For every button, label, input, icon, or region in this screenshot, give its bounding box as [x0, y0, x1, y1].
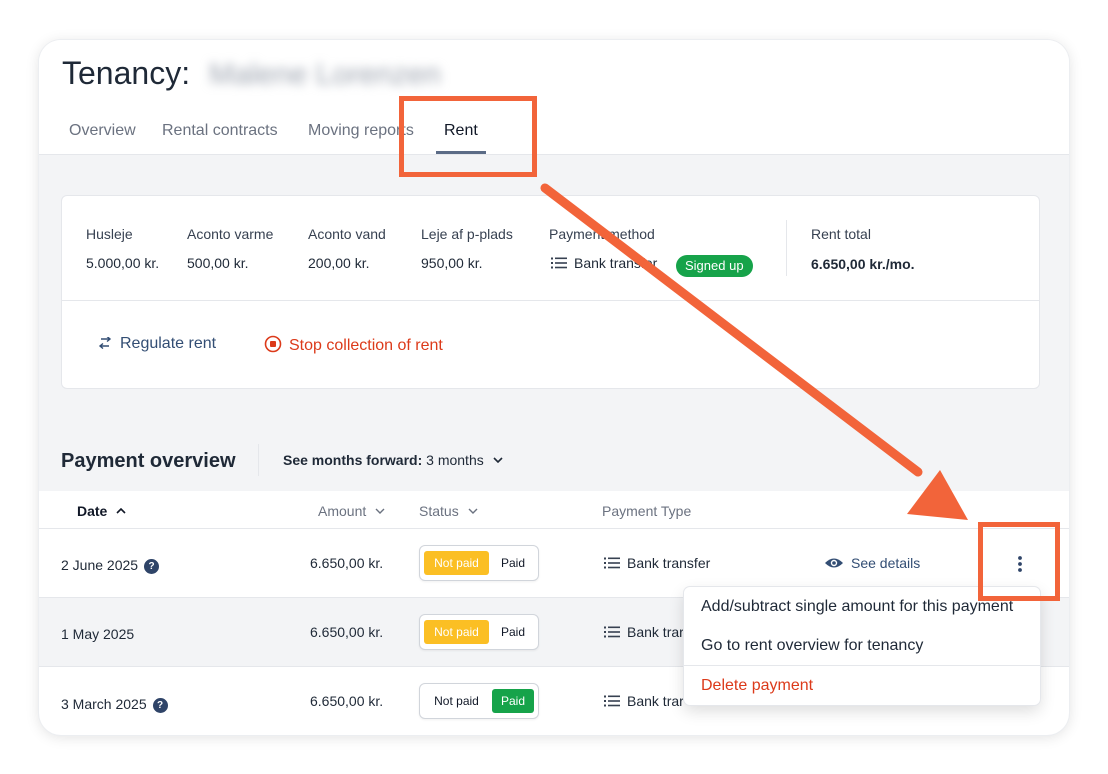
row-date: 1 May 2025	[61, 626, 135, 642]
payment-context-menu: Add/subtract single amount for this paym…	[684, 587, 1040, 705]
row-amount: 6.650,00 kr.	[310, 624, 384, 640]
chevron-down-icon	[375, 508, 385, 514]
summary-label-p-plads: Leje af p-plads	[421, 226, 513, 242]
row-payment-type-text: Bank transfer	[627, 555, 711, 571]
row-date: 3 March 2025?	[61, 696, 168, 713]
payment-method-text: Bank transfer	[574, 255, 658, 271]
payment-overview-title: Payment overview	[61, 450, 236, 472]
row-date: 2 June 2025?	[61, 557, 160, 574]
column-payment-type-label: Payment Type	[602, 503, 692, 519]
status-toggle: Not paid Paid	[419, 683, 539, 719]
status-not-paid-option[interactable]: Not paid	[424, 620, 489, 644]
chevron-up-icon	[116, 508, 126, 514]
summary-divider	[786, 220, 787, 276]
status-paid-option[interactable]: Paid	[492, 620, 534, 644]
menu-item-go-to-rent-overview[interactable]: Go to rent overview for tenancy	[701, 637, 923, 655]
status-not-paid-option[interactable]: Not paid	[424, 551, 489, 575]
row-date-text: 2 June 2025	[61, 557, 139, 573]
months-forward-select[interactable]: See months forward: 3 months	[283, 452, 503, 468]
help-icon[interactable]: ?	[152, 698, 168, 713]
chevron-down-icon	[493, 457, 503, 463]
summary-actions-divider	[62, 300, 1039, 301]
rent-total-value: 6.650,00 kr./mo.	[811, 256, 915, 272]
see-details-label: See details	[851, 555, 921, 571]
stop-circle-icon	[264, 335, 282, 353]
column-date-label: Date	[77, 503, 108, 519]
list-icon	[604, 626, 620, 638]
column-status-label: Status	[419, 503, 459, 519]
row-date-text: 3 March 2025	[61, 696, 147, 712]
tenant-name-blurred: Malene Lorenzen	[209, 58, 441, 91]
status-paid-option[interactable]: Paid	[492, 551, 534, 575]
regulate-rent-button[interactable]: Regulate rent	[96, 335, 216, 353]
rent-total-label: Rent total	[811, 226, 871, 242]
column-amount-label: Amount	[318, 503, 367, 519]
status-not-paid-option[interactable]: Not paid	[424, 689, 489, 713]
list-icon	[551, 257, 567, 269]
summary-label-husleje: Husleje	[86, 226, 133, 242]
list-icon	[604, 557, 620, 569]
status-paid-option[interactable]: Paid	[492, 689, 534, 713]
summary-value-husleje: 5.000,00 kr.	[86, 255, 160, 271]
status-toggle: Not paid Paid	[419, 545, 539, 581]
page-title: Tenancy:	[62, 55, 191, 91]
payments-table-header: Date Amount Status Payment Type	[39, 491, 1069, 529]
months-forward-value: 3 months	[426, 452, 484, 468]
eye-icon	[825, 558, 843, 568]
column-date-sort[interactable]: Date	[77, 503, 126, 519]
tab-rental-contracts[interactable]: Rental contracts	[162, 122, 278, 140]
menu-item-delete-payment[interactable]: Delete payment	[701, 677, 813, 695]
summary-label-aconto-varme: Aconto varme	[187, 226, 274, 242]
summary-value-aconto-vand: 200,00 kr.	[308, 255, 370, 271]
row-payment-type: Bank trar	[604, 624, 684, 640]
row-payment-type: Bank transfer	[604, 555, 710, 571]
summary-value-p-plads: 950,00 kr.	[421, 255, 483, 271]
chevron-down-icon	[468, 508, 478, 514]
annotation-highlight-rent-tab	[399, 96, 537, 177]
row-payment-type-text: Bank trar	[627, 693, 684, 709]
payment-overview-divider	[258, 444, 259, 476]
swap-arrows-icon	[98, 335, 112, 350]
payment-method-value: Bank transfer	[551, 255, 657, 271]
status-toggle: Not paid Paid	[419, 614, 539, 650]
stop-collection-button[interactable]: Stop collection of rent	[264, 335, 443, 355]
summary-label-aconto-vand: Aconto vand	[308, 226, 386, 242]
regulate-rent-label: Regulate rent	[120, 335, 217, 352]
menu-item-add-subtract[interactable]: Add/subtract single amount for this paym…	[701, 598, 1013, 616]
column-amount-sort[interactable]: Amount	[318, 503, 385, 519]
menu-divider	[684, 665, 1040, 666]
annotation-highlight-kebab	[978, 522, 1060, 601]
tenancy-header: Tenancy: Malene Lorenzen Overview Rental…	[39, 40, 1069, 155]
stop-collection-label: Stop collection of rent	[289, 337, 443, 354]
tab-moving-reports[interactable]: Moving reports	[308, 122, 414, 140]
months-forward-label: See months forward:	[283, 452, 423, 468]
column-status-sort[interactable]: Status	[419, 503, 478, 519]
summary-value-aconto-varme: 500,00 kr.	[187, 255, 249, 271]
tab-overview[interactable]: Overview	[69, 122, 136, 140]
see-details-link[interactable]: See details	[824, 555, 920, 571]
row-amount: 6.650,00 kr.	[310, 555, 384, 571]
rent-summary-panel: Husleje 5.000,00 kr. Aconto varme 500,00…	[61, 195, 1040, 389]
signed-up-badge: Signed up	[676, 255, 753, 277]
payment-method-label: Payment method	[549, 226, 655, 242]
row-payment-type-text: Bank trar	[627, 624, 684, 640]
help-icon[interactable]: ?	[144, 559, 160, 574]
row-amount: 6.650,00 kr.	[310, 693, 384, 709]
row-payment-type: Bank trar	[604, 693, 684, 709]
list-icon	[604, 695, 620, 707]
